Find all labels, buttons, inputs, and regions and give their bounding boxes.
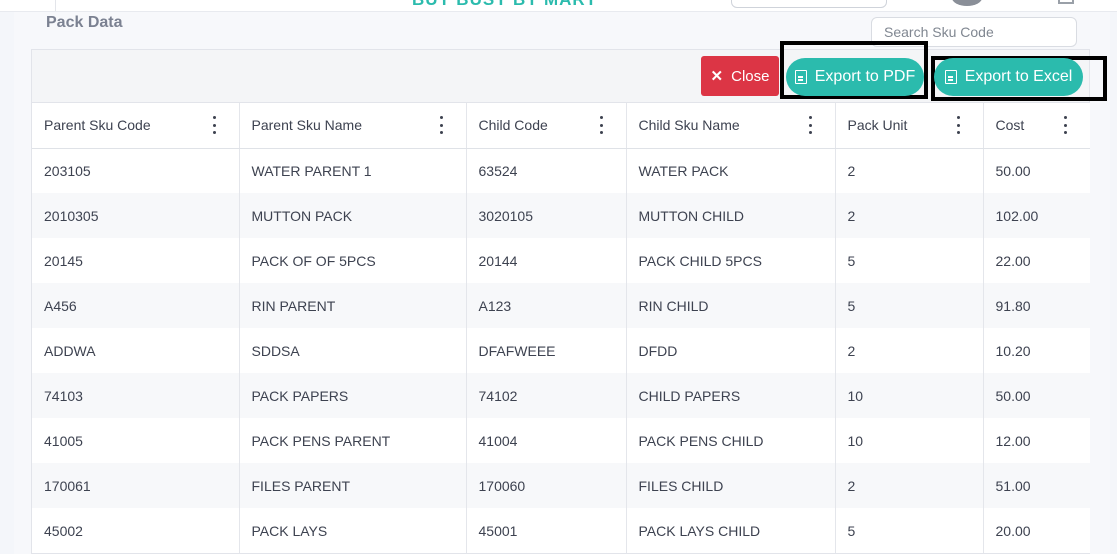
brand-logo-text: BUY BUSY BY MART [412,0,597,10]
cell-child-code: 74102 [466,373,627,418]
column-header-label: Parent Sku Code [44,117,151,134]
column-header-cost[interactable]: Cost [983,103,1090,149]
column-header-parent-sku-code[interactable]: Parent Sku Code [32,103,240,149]
column-header-child-code[interactable]: Child Code [466,103,627,149]
table-row[interactable]: 203105 WATER PARENT 1 63524 WATER PACK 2… [32,148,1090,193]
pdf-file-icon [794,70,807,84]
cell-pack-unit: 5 [835,283,984,328]
cell-parent-sku-name: RIN PARENT [239,283,467,328]
table-row[interactable]: 45002 PACK LAYS 45001 PACK LAYS CHILD 5 … [32,508,1090,553]
cell-child-sku-name: PACK CHILD 5PCS [626,238,836,283]
column-header-label: Child Sku Name [638,117,740,134]
table-row[interactable]: 74103 PACK PAPERS 74102 CHILD PAPERS 10 … [32,373,1090,418]
cell-parent-sku-name: PACK LAYS [239,508,467,553]
cell-parent-sku-name: WATER PARENT 1 [239,148,467,193]
cell-child-code: 41004 [466,418,627,463]
cell-pack-unit: 5 [835,238,984,283]
cell-cost: 10.20 [995,342,1031,359]
cell-pack-unit: 2 [835,463,984,508]
cell-cost: 91.80 [983,283,1090,328]
export-excel-button[interactable]: Export to Excel [934,58,1083,96]
hamburger-menu-icon[interactable] [0,0,56,11]
table-row[interactable]: ADDWA SDDSA DFAFWEEE DFDD 2 10.20 [32,328,1090,373]
cell-parent-sku-code: ADDWA [32,328,240,373]
pack-data-table: Parent Sku Code Parent Sku Name Child Co… [32,103,1090,553]
table-row[interactable]: 170061 FILES PARENT 170060 FILES CHILD 2… [32,463,1090,508]
cell-cost: 51.00 [983,463,1090,508]
kebab-menu-icon[interactable] [439,116,444,134]
table-row[interactable]: 20145 PACK OF OF 5PCS 20144 PACK CHILD 5… [32,238,1090,283]
kebab-menu-icon[interactable] [212,116,217,134]
cell-parent-sku-code: 41005 [32,418,240,463]
export-excel-label: Export to Excel [964,68,1073,85]
cell-child-code: A123 [466,283,627,328]
kebab-menu-icon[interactable] [599,116,604,134]
table-row[interactable]: 2010305 MUTTON PACK 3020105 MUTTON CHILD… [32,193,1090,238]
cell-child-sku-name: DFDD [626,328,836,373]
cell-child-code: 170060 [466,463,627,508]
cell-parent-sku-name: PACK OF OF 5PCS [239,238,467,283]
table-row[interactable]: 41005 PACK PENS PARENT 41004 PACK PENS C… [32,418,1090,463]
top-navbar: BUY BUSY BY MART [0,0,1117,12]
top-select[interactable] [731,0,887,8]
cell-parent-sku-code: A456 [32,283,240,328]
cell-parent-sku-code: 203105 [32,148,240,193]
cell-cost: 12.00 [995,432,1031,449]
cell-child-code: 63524 [466,148,627,193]
cell-child-sku-name: WATER PACK [626,148,836,193]
cell-child-sku-name: PACK LAYS CHILD [626,508,836,553]
notification-icon[interactable] [1058,0,1074,4]
cell-child-sku-name: FILES CHILD [626,463,836,508]
cell-parent-sku-code: 45002 [32,508,240,553]
cell-cost: 20.00 [995,522,1031,539]
cell-child-code: 20144 [466,238,627,283]
cell-parent-sku-name: SDDSA [239,328,467,373]
cell-pack-unit: 2 [835,193,984,238]
cell-pack-unit: 10 [835,418,984,463]
cell-cost: 50.00 [995,162,1031,179]
export-pdf-button[interactable]: Export to PDF [786,58,924,96]
cell-child-sku-name: RIN CHILD [626,283,836,328]
cell-parent-sku-name: PACK PENS PARENT [239,418,467,463]
cell-parent-sku-code: 170061 [32,463,240,508]
page-title: Pack Data [46,14,123,31]
cell-child-code: DFAFWEEE [466,328,627,373]
cell-cost: 50.00 [983,373,1090,418]
cell-parent-sku-name: FILES PARENT [239,463,467,508]
column-header-label: Parent Sku Name [251,117,363,134]
kebab-menu-icon[interactable] [1064,116,1068,134]
cell-parent-sku-code: 20145 [32,238,240,283]
table-row[interactable]: A456 RIN PARENT A123 RIN CHILD 5 91.80 [32,283,1090,328]
cell-parent-sku-code: 74103 [32,373,240,418]
column-header-parent-sku-name[interactable]: Parent Sku Name [239,103,467,149]
export-pdf-label: Export to PDF [814,68,916,85]
cell-child-code: 45001 [466,508,627,553]
cell-parent-sku-name: PACK PAPERS [239,373,467,418]
close-icon: ✕ [710,67,724,85]
cell-parent-sku-name: MUTTON PACK [239,193,467,238]
close-button[interactable]: ✕ Close [701,56,779,96]
excel-file-icon [944,70,957,84]
cell-child-sku-name: PACK PENS CHILD [626,418,836,463]
avatar[interactable] [952,0,982,6]
column-header-label: Cost [995,117,1025,134]
cell-cost: 102.00 [983,193,1090,238]
cell-child-sku-name: CHILD PAPERS [626,373,836,418]
column-header-child-sku-name[interactable]: Child Sku Name [626,103,836,149]
cell-cost: 22.00 [995,252,1031,269]
cell-child-sku-name: MUTTON CHILD [626,193,836,238]
close-button-label: Close [731,67,770,85]
cell-child-code: 3020105 [466,193,627,238]
column-header-label: Child Code [478,117,548,134]
cell-pack-unit: 2 [835,328,984,373]
column-header-label: Pack Unit [847,117,908,134]
kebab-menu-icon[interactable] [808,116,813,134]
cell-parent-sku-code: 2010305 [32,193,240,238]
column-header-pack-unit[interactable]: Pack Unit [835,103,984,149]
cell-pack-unit: 2 [835,148,984,193]
cell-pack-unit: 5 [835,508,984,553]
kebab-menu-icon[interactable] [956,116,961,134]
table-header-row: Parent Sku Code Parent Sku Name Child Co… [32,103,1090,149]
cell-pack-unit: 10 [835,373,984,418]
